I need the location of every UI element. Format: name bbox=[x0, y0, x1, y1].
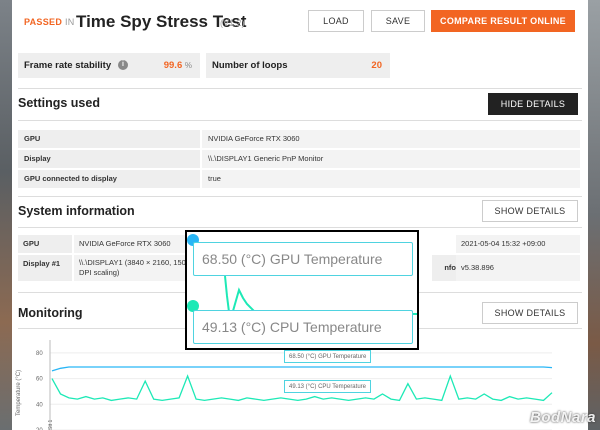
compare-result-online-button[interactable]: COMPARE RESULT ONLINE bbox=[431, 10, 575, 32]
y-tick-label: 60 bbox=[36, 377, 43, 383]
settings-row-gpu: GPU NVIDIA GeForce RTX 3060 bbox=[18, 130, 580, 149]
save-button[interactable]: SAVE bbox=[371, 10, 425, 32]
frame-rate-label: Frame rate stability bbox=[24, 60, 112, 71]
overlay-gpu-temperature: 68.50 (°C) GPU Temperature bbox=[193, 242, 413, 276]
x-tick-label: Stt 1 bbox=[48, 419, 54, 430]
sysinfo-gpu-key: GPU bbox=[18, 235, 72, 253]
divider bbox=[18, 227, 582, 228]
system-information-title: System information bbox=[18, 204, 135, 218]
divider bbox=[18, 196, 582, 197]
chart-cpu-label: 49.13 (°C) CPU Temperature bbox=[284, 380, 371, 393]
monitoring-title: Monitoring bbox=[18, 306, 83, 320]
version-label: (V1.2) bbox=[220, 18, 245, 28]
divider bbox=[18, 120, 582, 121]
watermark-logo: BodNara bbox=[529, 409, 596, 426]
y-axis-label: Temperature (°C) bbox=[16, 370, 22, 416]
settings-row-display: Display \\.\DISPLAY1 Generic PnP Monitor bbox=[18, 150, 580, 169]
y-tick-label: 40 bbox=[36, 402, 43, 408]
sysinfo-display-value: \\.\DISPLAY1 (3840 × 2160, 150% DPI scali… bbox=[74, 255, 200, 281]
passed-badge: PASSED IN bbox=[24, 17, 75, 27]
settings-key: GPU bbox=[18, 130, 200, 148]
divider bbox=[18, 88, 582, 89]
background-right bbox=[586, 0, 600, 430]
info-icon[interactable]: i bbox=[118, 60, 128, 70]
sysinfo-display-key: Display #1 bbox=[18, 255, 72, 281]
settings-row-gpu-connected: GPU connected to display true bbox=[18, 170, 580, 189]
system-show-details-button[interactable]: SHOW DETAILS bbox=[482, 200, 578, 222]
frame-rate-value: 99.6 % bbox=[163, 60, 192, 71]
sysinfo-version-value: v5.38.896 bbox=[456, 255, 580, 281]
settings-key: GPU connected to display bbox=[18, 170, 200, 188]
y-tick-label: 80 bbox=[36, 351, 43, 357]
settings-value: NVIDIA GeForce RTX 3060 bbox=[202, 130, 580, 148]
gpu-temperature-line bbox=[51, 366, 553, 372]
loops-value: 20 bbox=[371, 60, 382, 71]
settings-value: true bbox=[202, 170, 580, 188]
sysinfo-info-key: nfo bbox=[432, 255, 456, 281]
frame-rate-stability-card: Frame rate stability i 99.6 % bbox=[18, 53, 200, 78]
overlay-cpu-temperature: 49.13 (°C) CPU Temperature bbox=[193, 310, 413, 344]
sysinfo-time-value: 2021-05-04 15:32 +09:00 bbox=[456, 235, 580, 253]
monitoring-show-details-button[interactable]: SHOW DETAILS bbox=[482, 302, 578, 324]
zoom-overlay: 68.50 (°C) GPU Temperature 49.13 (°C) CP… bbox=[185, 230, 419, 350]
number-of-loops-card: Number of loops 20 bbox=[206, 53, 390, 78]
settings-used-title: Settings used bbox=[18, 96, 100, 110]
load-button[interactable]: LOAD bbox=[308, 10, 364, 32]
sysinfo-gpu-value: NVIDIA GeForce RTX 3060 bbox=[74, 235, 200, 253]
results-panel: PASSED IN Time Spy Stress Test (V1.2) LO… bbox=[12, 0, 588, 430]
hide-details-button[interactable]: HIDE DETAILS bbox=[488, 93, 578, 115]
settings-key: Display bbox=[18, 150, 200, 168]
header: PASSED IN Time Spy Stress Test (V1.2) LO… bbox=[12, 0, 588, 44]
chart-gpu-label: 68.50 (°C) GPU Temperature bbox=[284, 350, 372, 363]
settings-value: \\.\DISPLAY1 Generic PnP Monitor bbox=[202, 150, 580, 168]
loops-label: Number of loops bbox=[212, 60, 288, 71]
